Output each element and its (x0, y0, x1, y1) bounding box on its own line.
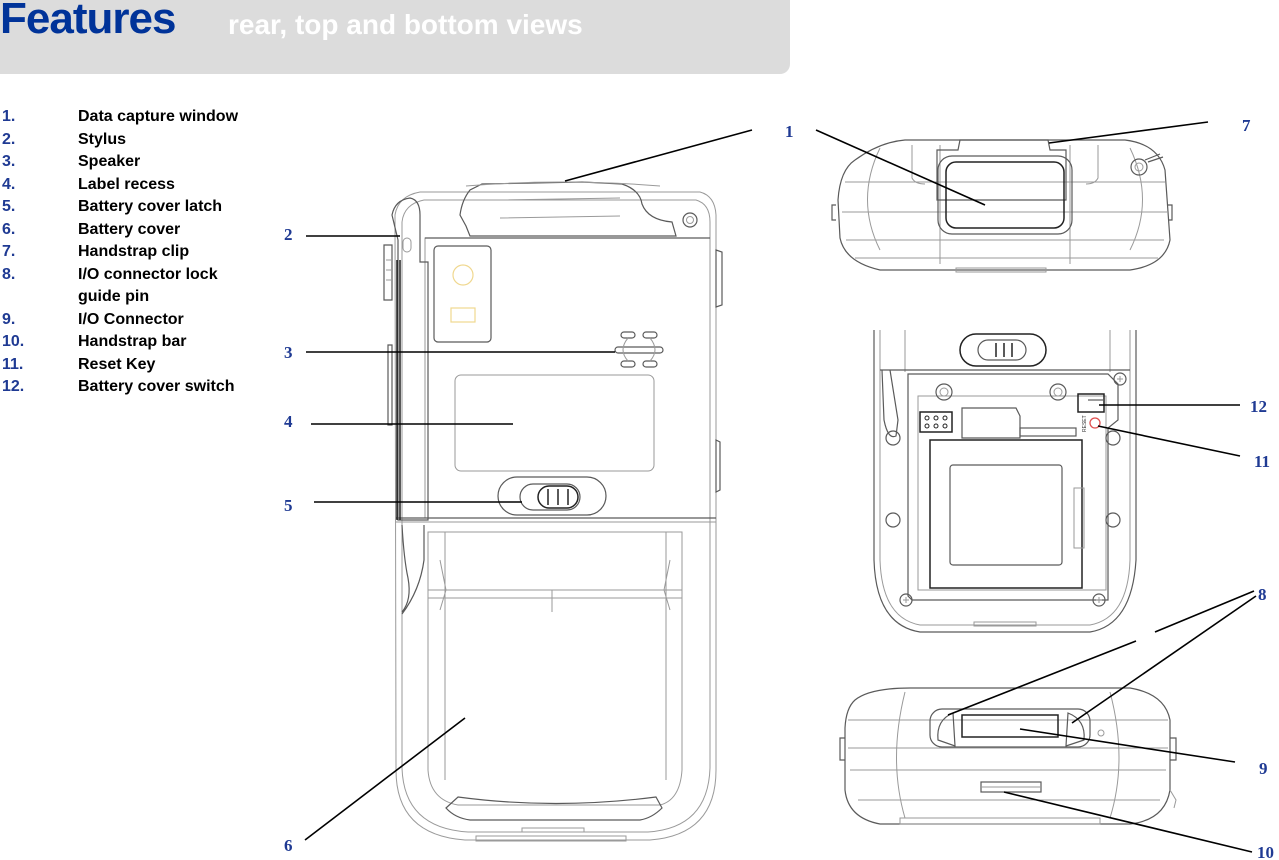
stylus (383, 197, 429, 521)
callout-7: 7 (1242, 116, 1251, 135)
callout-8: 8 (1258, 585, 1267, 604)
pin-connector (919, 411, 953, 433)
camera-lens-icon (452, 264, 474, 286)
flash-icon (450, 307, 476, 323)
callout-5: 5 (284, 496, 293, 515)
device-diagram: RESET 1 7 2 3 4 5 6 12 11 8 9 10 (284, 116, 1274, 860)
leader-lines (304, 121, 1257, 853)
battery-latch (497, 476, 607, 516)
guide-pin-right (1065, 712, 1085, 747)
camera-module (433, 245, 492, 343)
callout-2: 2 (284, 225, 293, 244)
reset-text: RESET (1082, 415, 1088, 432)
battery-compartment-view: RESET (873, 330, 1137, 633)
rear-view (383, 181, 723, 842)
callout-12: 12 (1250, 397, 1267, 416)
battery-cover (401, 524, 683, 842)
battery (929, 439, 1083, 589)
screw-icon (682, 212, 698, 228)
io-connector (929, 708, 1091, 748)
callout-6: 6 (284, 836, 293, 855)
callout-11: 11 (1254, 452, 1270, 471)
callout-4: 4 (284, 412, 293, 431)
guide-pin-left (937, 712, 956, 747)
battery-latch (959, 333, 1047, 367)
callout-10: 10 (1257, 843, 1274, 860)
callout-9: 9 (1259, 759, 1268, 778)
speaker-grille (614, 331, 664, 368)
label-recess (454, 374, 655, 472)
callout-1: 1 (785, 122, 794, 141)
callout-3: 3 (284, 343, 293, 362)
bottom-view (839, 687, 1177, 825)
battery-cover-switch (1077, 393, 1105, 413)
